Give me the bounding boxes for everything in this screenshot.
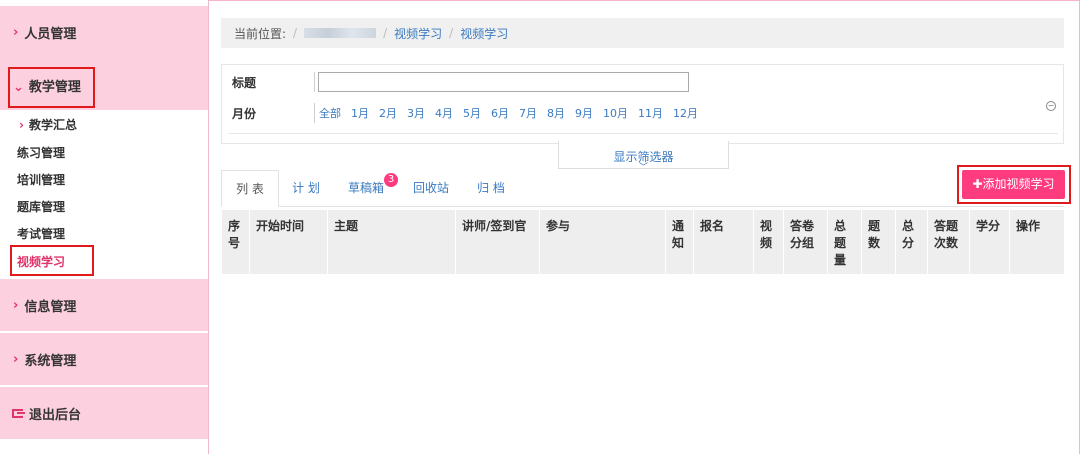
column-header: 题数 — [861, 209, 896, 275]
breadcrumb-masked-item — [304, 28, 377, 38]
month-option[interactable]: 10月 — [603, 105, 628, 121]
column-header: 主题 — [327, 209, 456, 275]
collapse-icon[interactable]: − — [1046, 101, 1056, 111]
tab-list[interactable]: 列 表 — [221, 170, 279, 207]
column-header: 参与 — [539, 209, 666, 275]
drafts-count-badge: 3 — [384, 173, 398, 187]
breadcrumb-link[interactable]: 视频学习 — [394, 25, 442, 42]
month-option[interactable]: 5月 — [463, 105, 481, 121]
column-header: 总分 — [895, 209, 928, 275]
sidebar-item-exam[interactable]: 考试管理 — [17, 225, 65, 242]
filter-panel: 标题 月份 全部 1月 2月 3月 4月 5月 6月 7月 8月 9月 10月 … — [221, 64, 1064, 144]
main-content: 当前位置: / / 视频学习 / 视频学习 标题 月份 全部 1月 2月 3月 … — [221, 0, 1071, 454]
month-option[interactable]: 1月 — [351, 105, 369, 121]
add-video-learning-button[interactable]: ✚添加视频学习 — [962, 170, 1065, 199]
month-option[interactable]: 2月 — [379, 105, 397, 121]
column-header: 操作 — [1009, 209, 1065, 275]
breadcrumb-separator: / — [449, 26, 454, 40]
add-button-label: 添加视频学习 — [982, 177, 1055, 191]
month-option[interactable]: 4月 — [435, 105, 453, 121]
plus-icon: ✚ — [972, 177, 983, 191]
sidebar-group-label: 人员管理 — [24, 26, 77, 42]
sidebar-group-info[interactable]: › 信息管理 — [0, 279, 208, 331]
highlight-box — [8, 67, 95, 108]
tab-plan[interactable]: 计 划 — [283, 170, 329, 207]
sidebar-group-system[interactable]: › 系统管理 — [0, 333, 208, 385]
show-filter-label: 显示筛选器 — [613, 150, 674, 164]
column-header: 视频 — [753, 209, 784, 275]
month-option[interactable]: 7月 — [519, 105, 537, 121]
divider — [314, 72, 315, 92]
breadcrumb-separator: / — [383, 26, 388, 40]
sidebar-item-question-bank[interactable]: 题库管理 — [17, 198, 65, 215]
tab-drafts-label: 草稿箱 — [347, 181, 384, 195]
month-options: 全部 1月 2月 3月 4月 5月 6月 7月 8月 9月 10月 11月 12… — [319, 105, 708, 121]
tab-archive[interactable]: 归 档 — [467, 170, 515, 207]
sidebar-item-practice[interactable]: 练习管理 — [17, 144, 65, 161]
breadcrumb-prefix: 当前位置: — [234, 26, 287, 41]
title-filter-input[interactable] — [318, 72, 689, 92]
sidebar-item-training[interactable]: 培训管理 — [17, 171, 65, 188]
column-header: 通知 — [665, 209, 694, 275]
sidebar: › 人员管理 ⌄ 教学管理 › 教学汇总 练习管理 培训管理 题库管理 考试管理 视… — [0, 0, 209, 454]
month-option[interactable]: 9月 — [575, 105, 593, 121]
highlight-box — [10, 245, 94, 276]
column-header: 总题量 — [827, 209, 862, 275]
data-table: 序号 开始时间 主题 讲师/签到官 参与 通知 报名 视频 答卷分组 总题量 题… — [221, 209, 1065, 275]
sidebar-item-teaching-summary[interactable]: › 教学汇总 — [19, 116, 77, 133]
sidebar-group-personnel[interactable]: › 人员管理 — [0, 6, 208, 58]
chevron-right-icon: › — [13, 297, 19, 313]
month-option[interactable]: 全部 — [319, 105, 341, 121]
divider — [314, 103, 315, 123]
sidebar-group-label: 信息管理 — [24, 299, 77, 315]
column-header: 讲师/签到官 — [455, 209, 540, 275]
sidebar-group-label: 系统管理 — [24, 353, 77, 369]
column-header: 学分 — [969, 209, 1010, 275]
title-filter-label: 标题 — [232, 76, 257, 90]
show-filter-toggle[interactable]: 显示筛选器 ﹀ — [558, 141, 729, 173]
chevron-right-icon: › — [13, 351, 19, 367]
month-filter-label: 月份 — [232, 107, 257, 121]
breadcrumb: 当前位置: / / 视频学习 / 视频学习 — [221, 18, 1064, 48]
column-header: 答题次数 — [927, 209, 970, 275]
breadcrumb-separator: / — [293, 26, 298, 40]
month-option[interactable]: 6月 — [491, 105, 509, 121]
column-header: 答卷分组 — [783, 209, 828, 275]
logout-label: 退出后台 — [29, 407, 82, 423]
month-option[interactable]: 12月 — [673, 105, 698, 121]
sign-out-icon — [12, 408, 25, 418]
tab-bar: 列 表 计 划 草稿箱 3 回收站 归 档 — [221, 170, 1064, 207]
divider — [228, 133, 1058, 134]
chevron-right-icon: › — [13, 24, 19, 40]
column-header: 序号 — [221, 209, 250, 275]
column-header: 开始时间 — [249, 209, 328, 275]
table-header-row: 序号 开始时间 主题 讲师/签到官 参与 通知 报名 视频 答卷分组 总题量 题… — [221, 209, 1065, 275]
logout-button[interactable]: 退出后台 — [0, 387, 208, 439]
month-option[interactable]: 11月 — [638, 105, 663, 121]
breadcrumb-link[interactable]: 视频学习 — [460, 25, 508, 42]
month-option[interactable]: 8月 — [547, 105, 565, 121]
column-header: 报名 — [693, 209, 754, 275]
month-option[interactable]: 3月 — [407, 105, 425, 121]
tab-recycle-bin[interactable]: 回收站 — [405, 170, 457, 207]
chevron-right-icon: › — [19, 118, 24, 132]
